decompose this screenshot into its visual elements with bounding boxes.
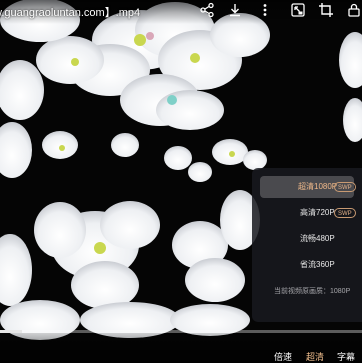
quality-button[interactable]: 超清 (306, 350, 324, 363)
video-title: w.guangraoluntan.com】.mp4 (0, 7, 141, 19)
speed-button[interactable]: 倍速 (274, 350, 292, 363)
lock-icon[interactable] (346, 2, 362, 18)
quality-option-label: 高清720P (300, 208, 335, 217)
bottom-control-bar: 倍速 超清 字幕 (0, 333, 362, 362)
quality-option-label: 超清1080P (298, 182, 338, 191)
swp-badge: SWP (334, 208, 356, 218)
quality-option-360p[interactable]: 省流360P (260, 254, 354, 276)
more-icon[interactable] (257, 2, 273, 18)
swp-badge: SWP (334, 182, 356, 192)
quality-menu: 超清1080P SWP 高清720P SWP 流畅480P 省流360P 当前视… (252, 168, 362, 322)
quality-option-label: 省流360P (300, 260, 335, 269)
current-quality-note: 当前视频原画质：1080P (274, 288, 351, 295)
download-icon[interactable] (227, 2, 243, 18)
subtitle-button[interactable]: 字幕 (337, 350, 355, 363)
quality-option-label: 流畅480P (300, 234, 335, 243)
quality-option-720p[interactable]: 高清720P SWP (260, 202, 356, 224)
quality-option-480p[interactable]: 流畅480P (260, 228, 354, 250)
share-icon[interactable] (199, 2, 215, 18)
top-bar: w.guangraoluntan.com】.mp4 (0, 0, 362, 24)
picture-in-picture-icon[interactable] (290, 2, 306, 18)
quality-option-1080p[interactable]: 超清1080P SWP (260, 176, 356, 198)
crop-icon[interactable] (318, 2, 334, 18)
